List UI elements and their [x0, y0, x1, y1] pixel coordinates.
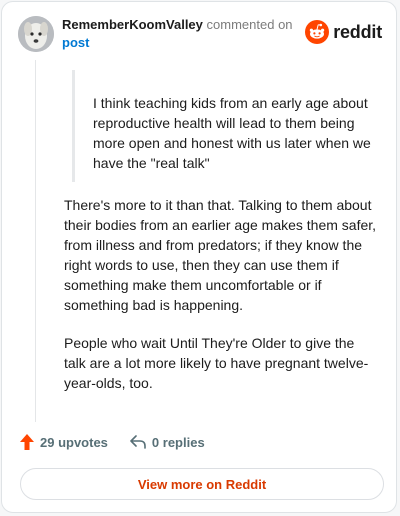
reddit-wordmark: reddit [333, 21, 382, 42]
reply-button[interactable]: 0 replies [130, 435, 205, 450]
upvote-button[interactable]: 29 upvotes [20, 434, 108, 450]
reply-count: 0 replies [151, 434, 205, 450]
comment-paragraph: There's more to it than that. Talking to… [64, 197, 377, 313]
commented-on-label: commented on [206, 17, 293, 32]
reddit-comment-embed: RememberKoomValley commented on post red… [1, 1, 397, 513]
view-more-button[interactable]: View more on Reddit [20, 468, 384, 500]
reddit-logo[interactable]: reddit [305, 20, 382, 44]
reply-arrow-icon [130, 435, 146, 449]
upvote-count: 29 upvotes [40, 434, 108, 450]
quoted-text: I think teaching kids from an early age … [72, 70, 372, 182]
post-link[interactable]: post [62, 35, 89, 50]
reddit-snoo-icon [305, 20, 330, 44]
username[interactable]: RememberKoomValley [62, 17, 203, 32]
upvote-arrow-icon [20, 434, 34, 450]
thread-line [35, 60, 36, 422]
dog-avatar-icon [18, 16, 54, 52]
avatar[interactable] [18, 16, 54, 52]
comment-header: RememberKoomValley commented on post [62, 16, 302, 52]
comment-paragraph: People who wait Until They're Older to g… [64, 335, 369, 391]
comment-actions: 29 upvotes 0 replies [20, 434, 205, 450]
